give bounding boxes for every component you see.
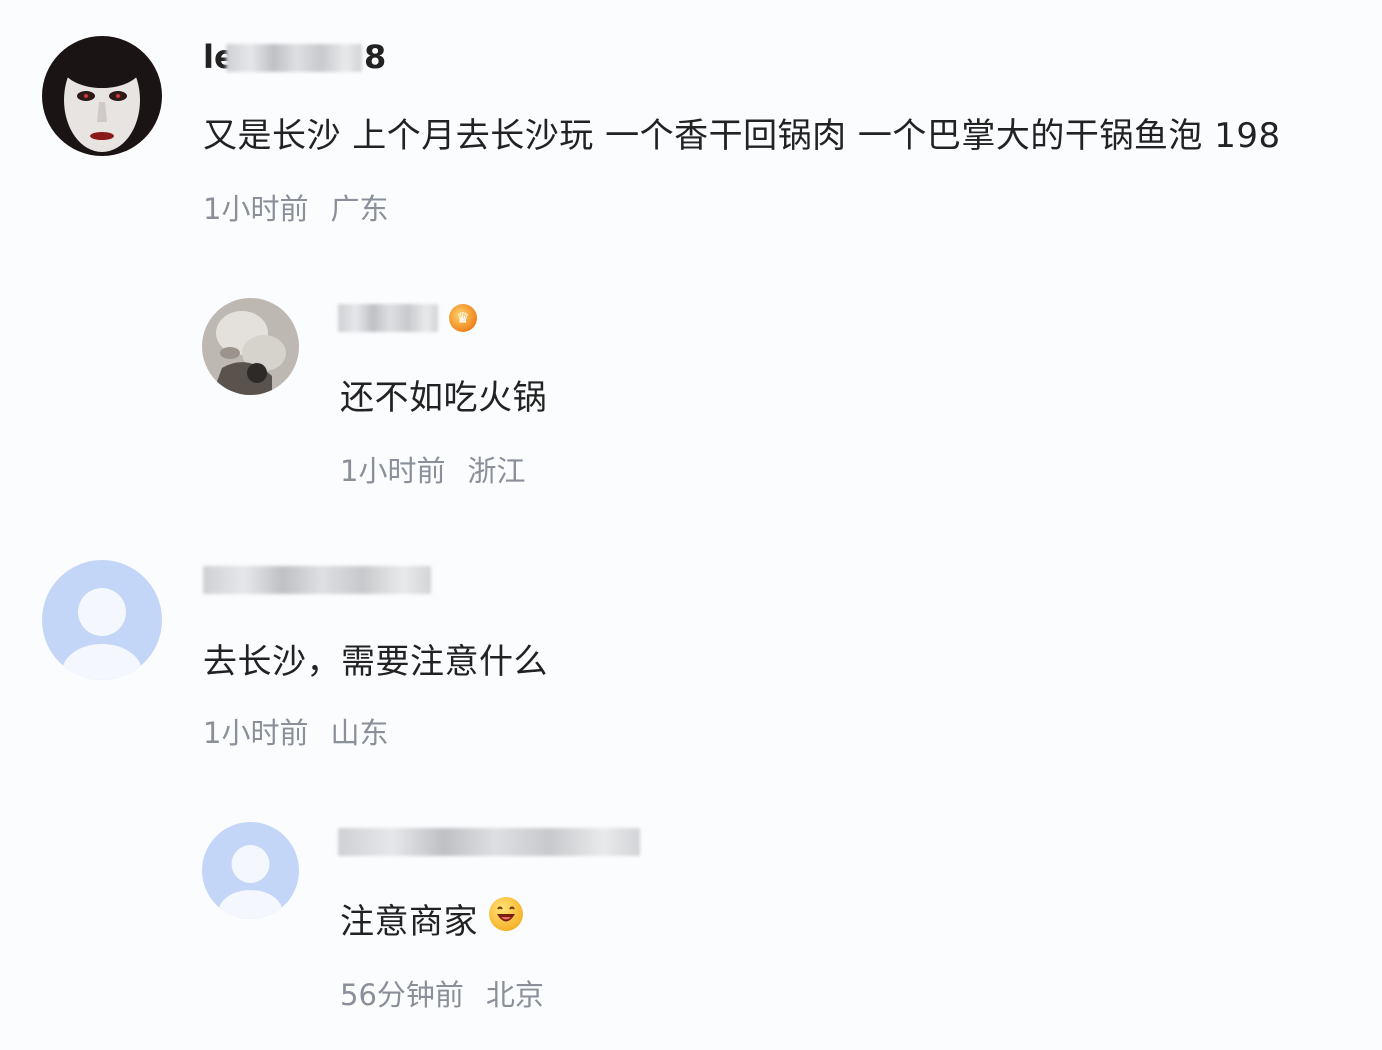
crown-badge-icon: ♛	[449, 304, 477, 332]
username-suffix: 8	[364, 38, 387, 76]
comment-location: 浙江	[467, 454, 526, 488]
comment-location: 广东	[330, 192, 389, 226]
default-user-avatar-icon	[202, 822, 299, 919]
photo-avatar-icon	[202, 298, 299, 395]
username-redaction[interactable]	[203, 566, 431, 594]
dark-face-avatar-icon	[42, 36, 162, 156]
comment-time: 56分钟前	[340, 978, 464, 1012]
comment-meta: 1小时前 广东	[203, 186, 388, 228]
comment-meta: 56分钟前 北京	[340, 972, 544, 1014]
comment-text: 还不如吃火锅	[340, 378, 547, 418]
comment-time: 1小时前	[203, 716, 309, 750]
laughing-emoji-icon	[489, 897, 523, 931]
comment-time: 1小时前	[203, 192, 309, 226]
comment-text: 注意商家	[340, 902, 478, 942]
comment-time: 1小时前	[340, 454, 446, 488]
username-redaction[interactable]	[338, 304, 438, 332]
comment-text: 又是长沙 上个月去长沙玩 一个香干回锅肉 一个巴掌大的干锅鱼泡 198	[203, 116, 1281, 156]
comment-location: 北京	[485, 978, 544, 1012]
user-avatar[interactable]	[202, 298, 299, 395]
username-redaction[interactable]	[338, 828, 640, 856]
user-avatar[interactable]	[42, 560, 162, 680]
username-redaction	[226, 44, 362, 72]
comment-meta: 1小时前 山东	[203, 710, 388, 752]
default-user-avatar-icon	[42, 560, 162, 680]
comment-meta: 1小时前 浙江	[340, 448, 525, 490]
comment-text: 去长沙，需要注意什么	[203, 642, 548, 682]
comment-location: 山东	[330, 716, 389, 750]
user-avatar[interactable]	[42, 36, 162, 156]
user-avatar[interactable]	[202, 822, 299, 919]
